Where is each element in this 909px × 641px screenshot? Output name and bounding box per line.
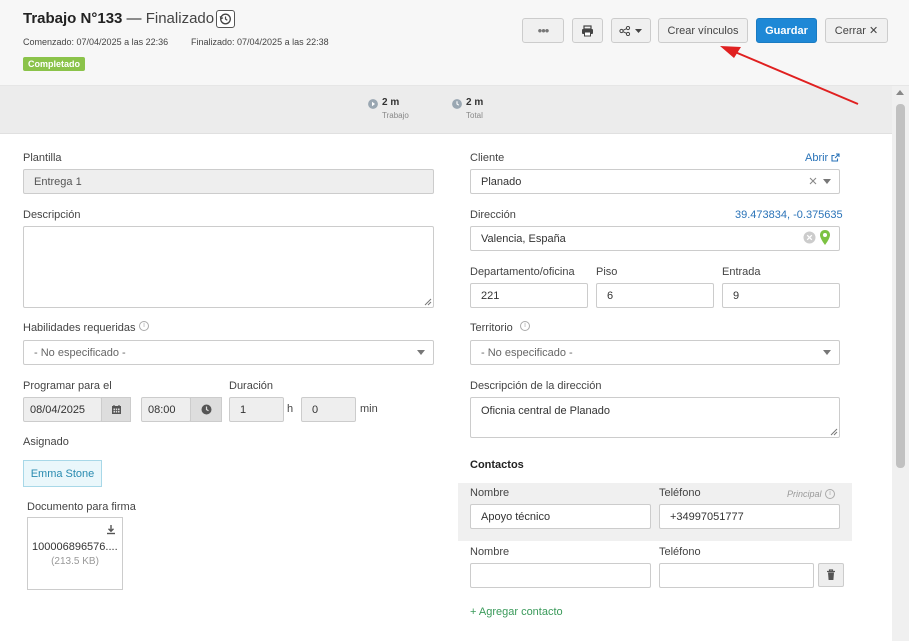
annotation-arrow — [720, 46, 859, 105]
